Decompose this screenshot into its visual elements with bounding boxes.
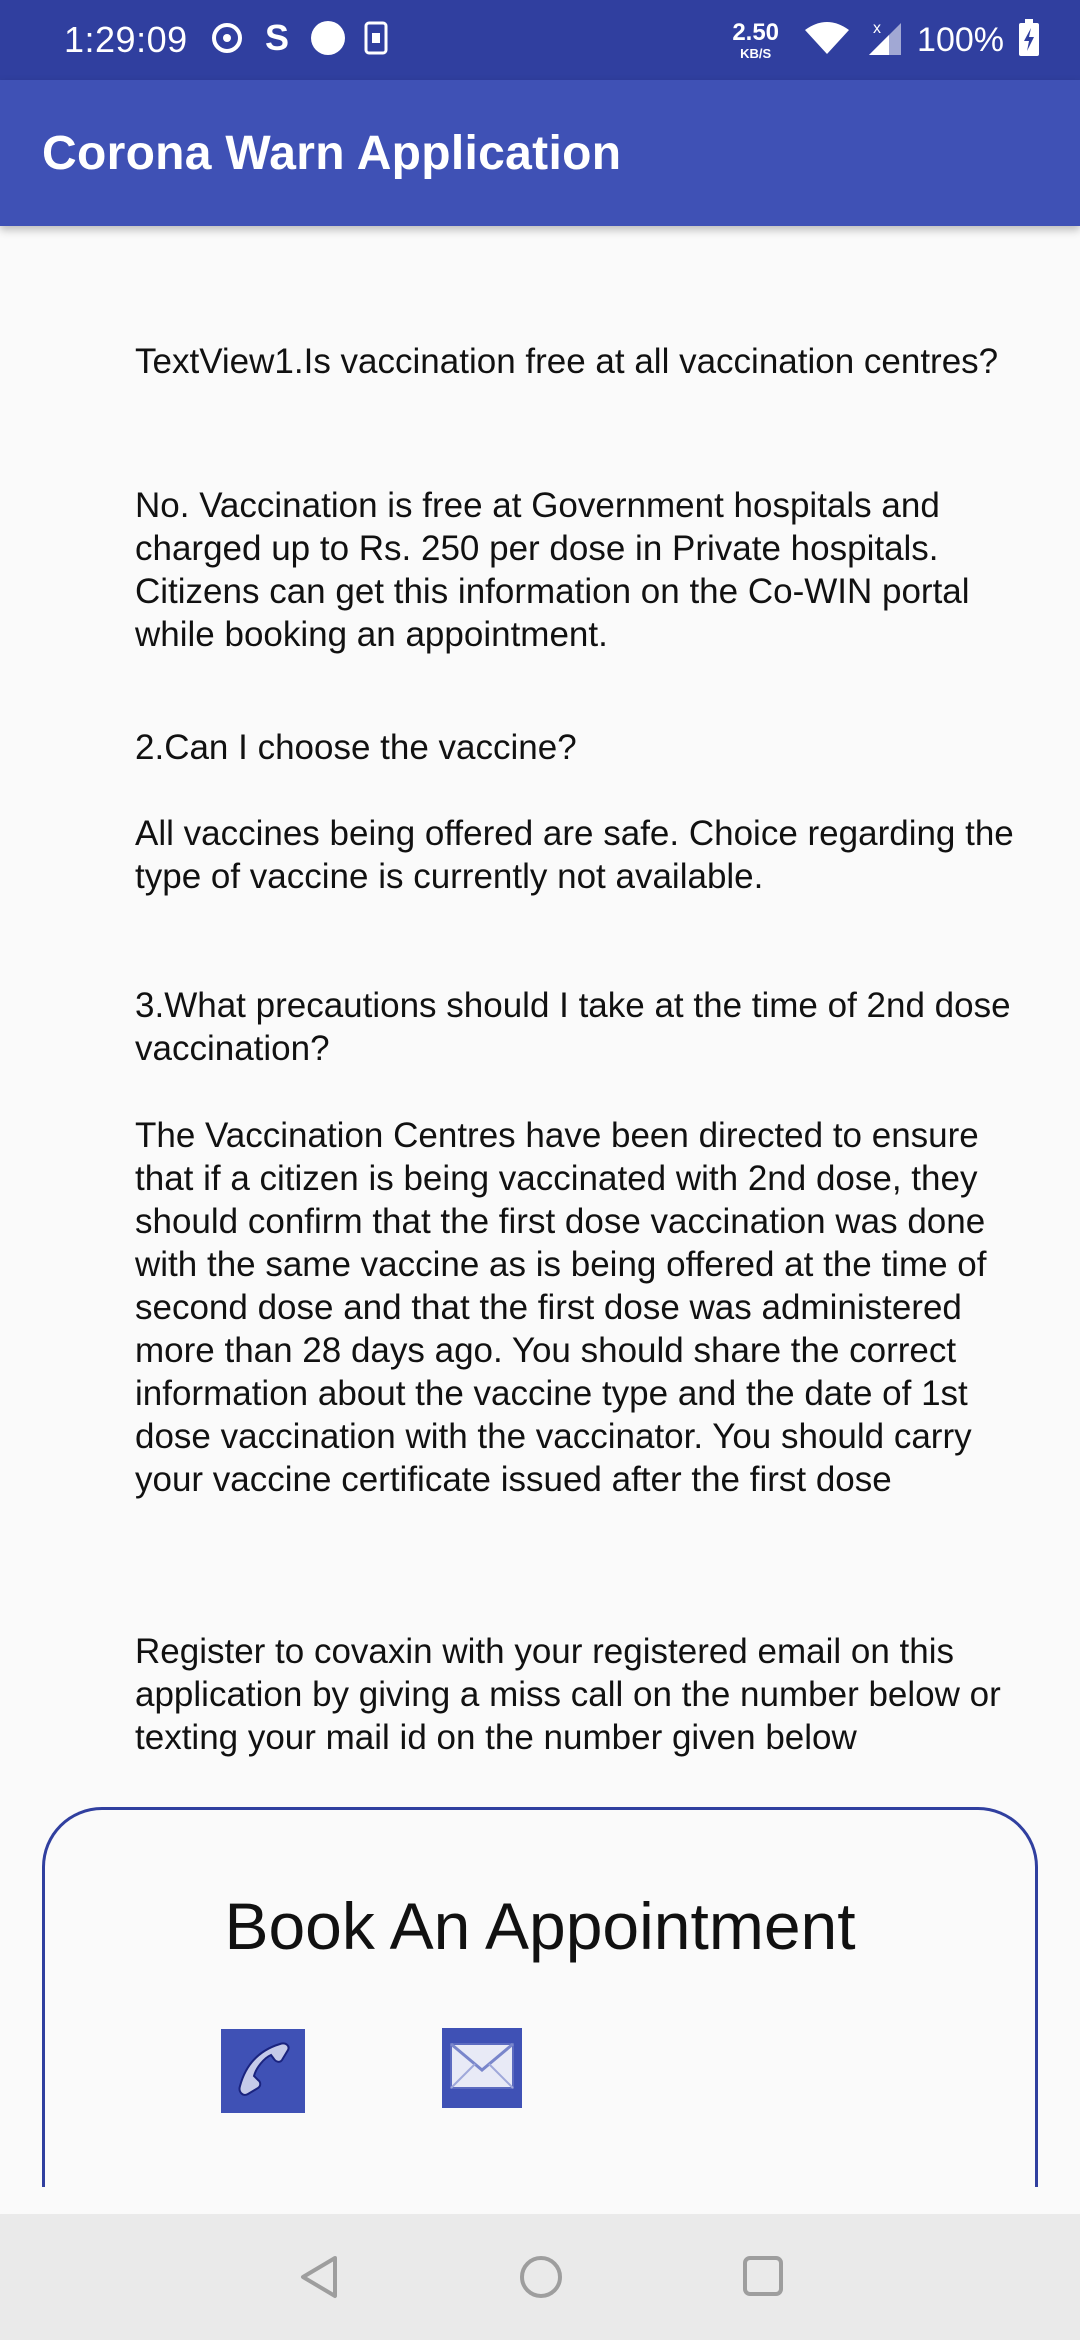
svg-text:x: x — [873, 20, 881, 37]
faq-question-3: 3.What precautions should I take at the … — [135, 986, 1021, 1068]
faq-question-2: 2.Can I choose the vaccine? — [135, 728, 577, 767]
network-speed: 2.50 KB/S — [732, 18, 780, 61]
speed-unit: KB/S — [740, 45, 772, 61]
status-time: 1:29:09 — [64, 19, 188, 60]
phone-icon — [228, 2034, 298, 2109]
app-title: Corona Warn Application — [42, 126, 622, 180]
svg-text:S: S — [265, 20, 289, 56]
book-appointment-card: Book An Appointment — [42, 1807, 1038, 2187]
faq-answer-3: The Vaccination Centres have been direct… — [135, 1116, 997, 1499]
wifi-icon — [803, 20, 851, 61]
battery-percent: 100% — [917, 20, 1004, 59]
mail-icon — [449, 2042, 515, 2095]
signal-icon: x — [865, 19, 903, 62]
book-appointment-title: Book An Appointment — [224, 1889, 856, 1963]
status-right: 2.50 KB/S x 100% — [732, 18, 1040, 62]
faq-answer-1: No. Vaccination is free at Government ho… — [135, 486, 980, 654]
call-button[interactable] — [221, 2029, 305, 2113]
navigation-bar — [0, 2214, 1080, 2340]
skype-icon: S — [262, 17, 292, 61]
recents-icon[interactable] — [741, 2254, 785, 2303]
battery-charging-icon — [1018, 18, 1040, 62]
circle-icon — [310, 20, 346, 61]
faq-answer-2: All vaccines being offered are safe. Cho… — [135, 814, 1024, 896]
status-bar: 1:29:09 S 2.50 KB/S x 100% — [0, 0, 1080, 80]
mail-button[interactable] — [442, 2028, 522, 2108]
sim-icon — [364, 21, 388, 60]
home-icon[interactable] — [518, 2254, 564, 2305]
target-icon — [210, 21, 244, 60]
app-bar: Corona Warn Application — [0, 80, 1080, 226]
speed-value: 2.50 — [732, 18, 780, 46]
register-instructions: Register to covaxin with your registered… — [135, 1632, 1011, 1757]
status-left-icons: S — [210, 17, 388, 61]
faq-question-1: TextView1.Is vaccination free at all vac… — [135, 342, 999, 381]
back-icon[interactable] — [297, 2254, 341, 2305]
